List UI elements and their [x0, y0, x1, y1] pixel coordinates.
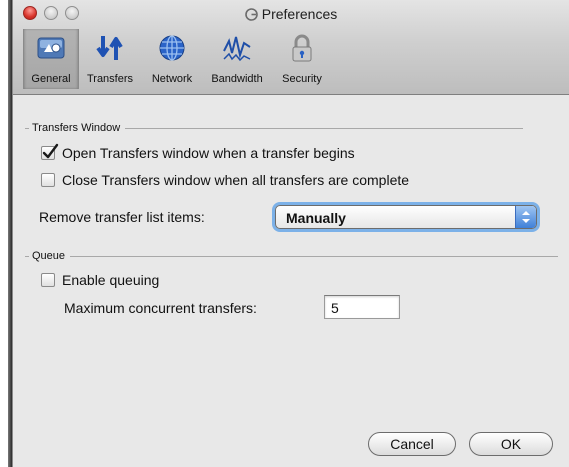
open-transfers-window-label: Open Transfers window when a transfer be… [62, 145, 355, 161]
checkmark-icon [42, 143, 59, 159]
checkbox-box[interactable] [41, 273, 55, 287]
divider [70, 255, 559, 257]
toolbar-label-general: General [31, 73, 71, 85]
transfers-icon [96, 36, 123, 60]
queue-heading-text: Queue [32, 250, 66, 262]
max-concurrent-transfers-field[interactable]: 5 [324, 295, 400, 319]
general-icon [37, 37, 65, 59]
app-icon [244, 8, 258, 21]
max-concurrent-transfers-label: Maximum concurrent transfers: [64, 300, 257, 316]
divider [125, 127, 524, 129]
remove-transfer-items-select[interactable]: Manually [275, 205, 537, 229]
close-transfers-window-label: Close Transfers window when all transfer… [62, 172, 410, 188]
checkbox-box[interactable] [41, 143, 59, 160]
title-toolbar-area: Preferences General Transfers Network Ba… [13, 0, 569, 95]
toolbar-tab-transfers[interactable]: Transfers [79, 29, 141, 89]
divider [25, 127, 29, 129]
transfers-window-heading-text: Transfers Window [32, 122, 121, 134]
checkbox-box[interactable] [41, 173, 55, 187]
enable-queuing-label: Enable queuing [62, 272, 160, 288]
remove-transfer-items-label: Remove transfer list items: [39, 209, 205, 225]
window-title: Preferences [13, 6, 569, 22]
ok-button[interactable]: OK [469, 432, 553, 456]
divider [25, 255, 29, 257]
toolbar-label-network: Network [151, 73, 193, 85]
toolbar-tab-bandwidth[interactable]: Bandwidth [203, 29, 271, 89]
preferences-toolbar: General Transfers Network Bandwidth Secu… [23, 29, 333, 89]
toolbar-label-bandwidth: Bandwidth [211, 73, 263, 85]
preferences-window: Preferences General Transfers Network Ba… [12, 0, 569, 467]
transfers-window-group-heading: Transfers Window [25, 122, 524, 134]
toolbar-label-security: Security [282, 73, 322, 85]
toolbar-label-transfers: Transfers [86, 73, 134, 85]
window-title-text: Preferences [261, 6, 338, 22]
padlock-icon [292, 34, 312, 62]
bandwidth-icon [223, 36, 251, 62]
window-edge [0, 0, 12, 467]
popup-arrows-icon[interactable] [515, 206, 536, 228]
close-transfers-window-checkbox[interactable]: Close Transfers window when all transfer… [41, 172, 409, 188]
open-transfers-window-checkbox[interactable]: Open Transfers window when a transfer be… [41, 143, 355, 161]
cancel-button[interactable]: Cancel [368, 432, 456, 456]
network-globe-icon [159, 35, 185, 61]
remove-transfer-items-value: Manually [286, 210, 346, 226]
toolbar-tab-security[interactable]: Security [271, 29, 333, 89]
queue-group-heading: Queue [25, 250, 559, 262]
toolbar-tab-network[interactable]: Network [141, 29, 203, 89]
enable-queuing-checkbox[interactable]: Enable queuing [41, 272, 159, 288]
toolbar-tab-general[interactable]: General [23, 29, 79, 89]
